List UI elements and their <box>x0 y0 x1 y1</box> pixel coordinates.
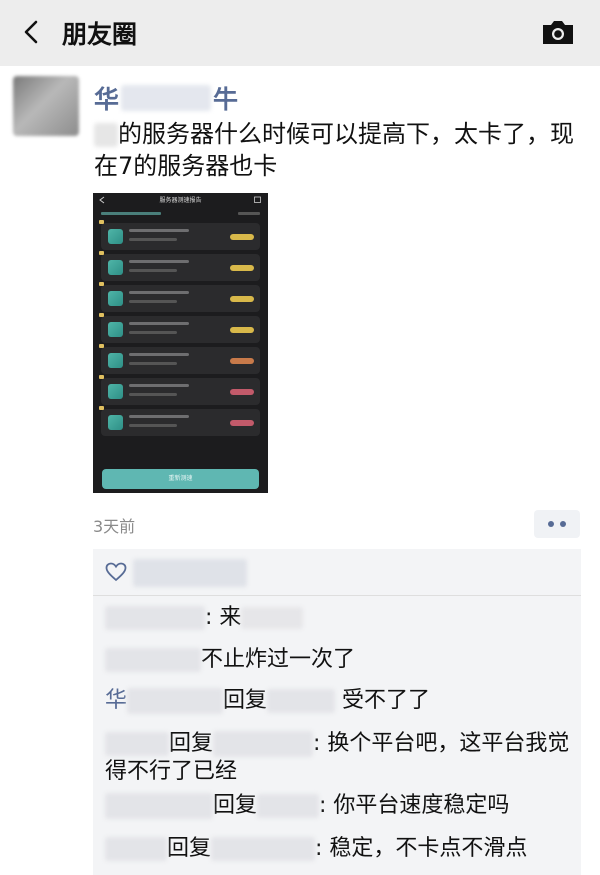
comment[interactable]: 不止炸过一次了 <box>105 645 355 675</box>
likes-row <box>93 549 581 596</box>
blurred-name <box>105 648 201 672</box>
camera-icon[interactable] <box>540 18 576 46</box>
comment-text: : 来 <box>205 605 242 630</box>
blurred-name <box>105 606 205 630</box>
blurred-text <box>241 607 304 629</box>
comments-panel: : 来 不止炸过一次了 华回复 受不了了 回复: 换个平台吧，这平台我觉 得不行… <box>93 549 581 875</box>
more-actions-button[interactable] <box>534 510 580 538</box>
reply-label: 回复 <box>167 836 212 861</box>
blurred-name <box>105 793 213 819</box>
server-item <box>99 251 260 281</box>
comment-text: 不止炸过一次了 <box>201 647 356 672</box>
comment[interactable]: 回复 : 稳定，不卡点不滑点 <box>105 834 527 864</box>
author-first-char: 华 <box>94 85 120 114</box>
avatar[interactable] <box>13 76 79 136</box>
author-last-char: 牛 <box>213 85 239 114</box>
image-title: 服务器测速报告 <box>159 197 202 204</box>
comment-text: 受不了了 <box>335 688 431 713</box>
reply-label: 回复 <box>169 731 214 756</box>
server-item <box>99 282 260 312</box>
blurred-name <box>257 794 320 818</box>
comment-text: : 换个平台吧，这平台我觉 <box>313 731 570 756</box>
blurred-name <box>213 731 314 757</box>
dot-icon <box>548 521 554 527</box>
comment[interactable]: 回复 : 你平台速度稳定吗 <box>105 791 509 821</box>
blurred-name <box>105 732 169 756</box>
top-bar: 朋友圈 <box>0 0 600 66</box>
blurred-like-names[interactable] <box>133 559 247 587</box>
chevron-left-icon[interactable] <box>18 18 46 46</box>
post-author[interactable]: 华 牛 <box>94 80 238 116</box>
image-subheader <box>93 207 268 219</box>
blurred-name <box>127 688 224 714</box>
comment-text: : 你平台速度稳定吗 <box>319 793 510 818</box>
server-item <box>99 406 260 436</box>
post-image[interactable]: 服务器测速报告 重新测速 <box>93 193 268 493</box>
blurred-word <box>94 123 118 147</box>
post-text-content: 的服务器什么时候可以提高下，太卡了，现在7的服务器也卡 <box>94 120 574 180</box>
blurred-name <box>105 837 167 861</box>
blurred-name <box>267 689 336 713</box>
image-header: 服务器测速报告 <box>93 193 268 207</box>
post-text: 的服务器什么时候可以提高下，太卡了，现在7的服务器也卡 <box>94 118 584 182</box>
image-share-icon <box>254 196 261 203</box>
comment[interactable]: 回复 : 换个平台吧，这平台我觉 <box>105 729 569 759</box>
page-title: 朋友圈 <box>62 20 138 49</box>
server-item <box>99 344 260 374</box>
comment-text: : 稳定，不卡点不滑点 <box>315 836 528 861</box>
blurred-name <box>211 837 316 861</box>
heart-icon <box>105 562 127 582</box>
server-item <box>99 313 260 343</box>
blurred-name <box>121 85 212 111</box>
reply-label: 回复 <box>223 688 268 713</box>
comment-wrap-line: 得不行了已经 <box>105 759 238 784</box>
comment[interactable]: : 来 <box>105 603 304 633</box>
server-item <box>99 220 260 250</box>
post-time: 3天前 <box>93 517 136 536</box>
comment-author: 华 <box>105 688 128 713</box>
retest-button: 重新测速 <box>102 469 259 489</box>
comment[interactable]: 华 回复 受不了了 <box>105 686 430 716</box>
server-item <box>99 375 260 405</box>
reply-label: 回复 <box>213 793 258 818</box>
dot-icon <box>560 521 566 527</box>
